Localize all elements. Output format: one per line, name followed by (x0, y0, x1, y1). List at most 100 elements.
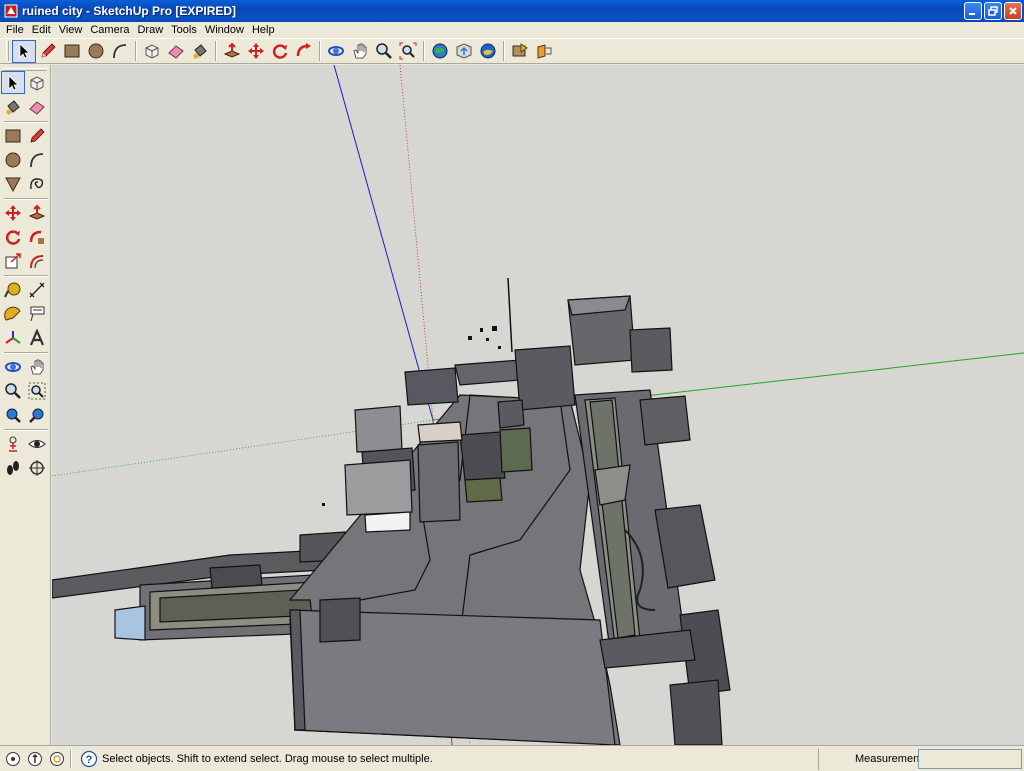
left-dimension-button[interactable] (25, 278, 49, 301)
menu-bar: File Edit View Camera Draw Tools Window … (0, 22, 1024, 38)
section-plane-button[interactable] (532, 40, 556, 63)
left-push-pull-button[interactable] (25, 201, 49, 224)
google-earth-icon (480, 43, 496, 59)
left-next-view-button[interactable] (25, 403, 49, 426)
arc-icon (113, 44, 127, 59)
zoom-icon (376, 43, 392, 59)
geo-location-button[interactable] (4, 750, 22, 768)
menu-file[interactable]: File (2, 22, 28, 38)
follow-me-button[interactable] (292, 40, 316, 63)
left-tape-measure-button[interactable] (1, 278, 25, 301)
menu-draw[interactable]: Draw (133, 22, 167, 38)
section-plane-icon (537, 44, 552, 59)
eraser-tool-button[interactable] (164, 40, 188, 63)
modeling-viewport[interactable] (52, 65, 1024, 745)
toolbar-grip[interactable] (6, 41, 9, 61)
menu-window[interactable]: Window (201, 22, 248, 38)
walk-icon (7, 460, 19, 475)
left-rectangle-button[interactable] (1, 124, 25, 147)
share-model-icon (456, 43, 472, 59)
paint-bucket-icon (193, 44, 207, 59)
minimize-button[interactable] (964, 2, 982, 20)
left-text-button[interactable] (25, 302, 49, 325)
main-toolbar (0, 38, 1024, 64)
rectangle-tool-button[interactable] (60, 40, 84, 63)
select-icon (8, 74, 19, 90)
look-around-icon (28, 439, 46, 448)
share-model-button[interactable] (452, 40, 476, 63)
left-pan-button[interactable] (25, 355, 49, 378)
menu-tools[interactable]: Tools (167, 22, 201, 38)
eraser-icon (29, 100, 45, 115)
scene-canvas[interactable] (52, 65, 1024, 745)
eraser-icon (168, 45, 184, 59)
make-component-icon (30, 75, 44, 91)
rotate-icon (5, 229, 21, 245)
axes-icon (5, 330, 21, 344)
status-hint: Select objects. Shift to extend select. … (102, 752, 433, 765)
left-offset-button[interactable] (25, 249, 49, 272)
arc-tool-button[interactable] (108, 40, 132, 63)
restore-button[interactable] (984, 2, 1002, 20)
left-follow-me-button[interactable] (25, 225, 49, 248)
left-arc-button[interactable] (25, 148, 49, 171)
zoom-extents-button[interactable] (396, 40, 420, 63)
circle-icon (5, 152, 21, 167)
measurements-input[interactable] (918, 748, 1022, 769)
move-tool-button[interactable] (244, 40, 268, 63)
left-move-button[interactable] (1, 201, 25, 224)
protractor-icon (4, 306, 21, 321)
user-button[interactable] (48, 750, 66, 768)
select-icon (19, 43, 30, 59)
menu-help[interactable]: Help (248, 22, 279, 38)
scale-icon (5, 252, 21, 268)
left-select-button[interactable] (1, 71, 25, 94)
get-models-button[interactable] (428, 40, 452, 63)
left-orbit-button[interactable] (1, 355, 25, 378)
pan-tool-button[interactable] (348, 40, 372, 63)
select-tool-button[interactable] (12, 39, 36, 63)
left-toolbar (0, 65, 51, 745)
orbit-tool-button[interactable] (324, 40, 348, 63)
svg-text:?: ? (86, 754, 93, 766)
left-zoom-button[interactable] (1, 379, 25, 402)
push-pull-button[interactable] (220, 40, 244, 63)
menu-camera[interactable]: Camera (86, 22, 133, 38)
left-section-plane-button[interactable] (25, 456, 49, 479)
freehand-icon (30, 177, 44, 189)
zoom-tool-button[interactable] (372, 40, 396, 63)
left-paint-bucket-button[interactable] (1, 95, 25, 118)
google-earth-button[interactable] (476, 40, 500, 63)
left-scale-button[interactable] (1, 249, 25, 272)
push-pull-icon (223, 42, 241, 58)
circle-tool-button[interactable] (84, 40, 108, 63)
left-axes-button[interactable] (1, 326, 25, 349)
left-look-around-button[interactable] (25, 432, 49, 455)
left-previous-view-button[interactable] (1, 403, 25, 426)
left-position-camera-button[interactable] (1, 432, 25, 455)
circle-icon (88, 43, 104, 59)
rotate-tool-button[interactable] (268, 40, 292, 63)
get-photo-texture-button[interactable] (508, 40, 532, 63)
left-eraser-button[interactable] (25, 95, 49, 118)
left-rotate-button[interactable] (1, 225, 25, 248)
left-walk-button[interactable] (1, 456, 25, 479)
make-component-button[interactable] (140, 40, 164, 63)
instructor-button[interactable]: ? (80, 750, 98, 768)
close-button[interactable] (1004, 2, 1022, 20)
left-polygon-button[interactable] (1, 172, 25, 195)
left-freehand-button[interactable] (25, 172, 49, 195)
menu-view[interactable]: View (55, 22, 87, 38)
left-zoom-window-button[interactable] (25, 379, 49, 402)
measurements-label: Measurements (818, 747, 928, 770)
credits-button[interactable] (26, 750, 44, 768)
paint-bucket-button[interactable] (188, 40, 212, 63)
left-protractor-button[interactable] (1, 302, 25, 325)
left-3d-text-button[interactable] (25, 326, 49, 349)
left-pencil-button[interactable] (25, 124, 49, 147)
pencil-tool-button[interactable] (36, 40, 60, 63)
left-circle-button[interactable] (1, 148, 25, 171)
menu-edit[interactable]: Edit (28, 22, 55, 38)
pencil-icon (30, 127, 45, 143)
left-make-component-button[interactable] (25, 71, 49, 94)
